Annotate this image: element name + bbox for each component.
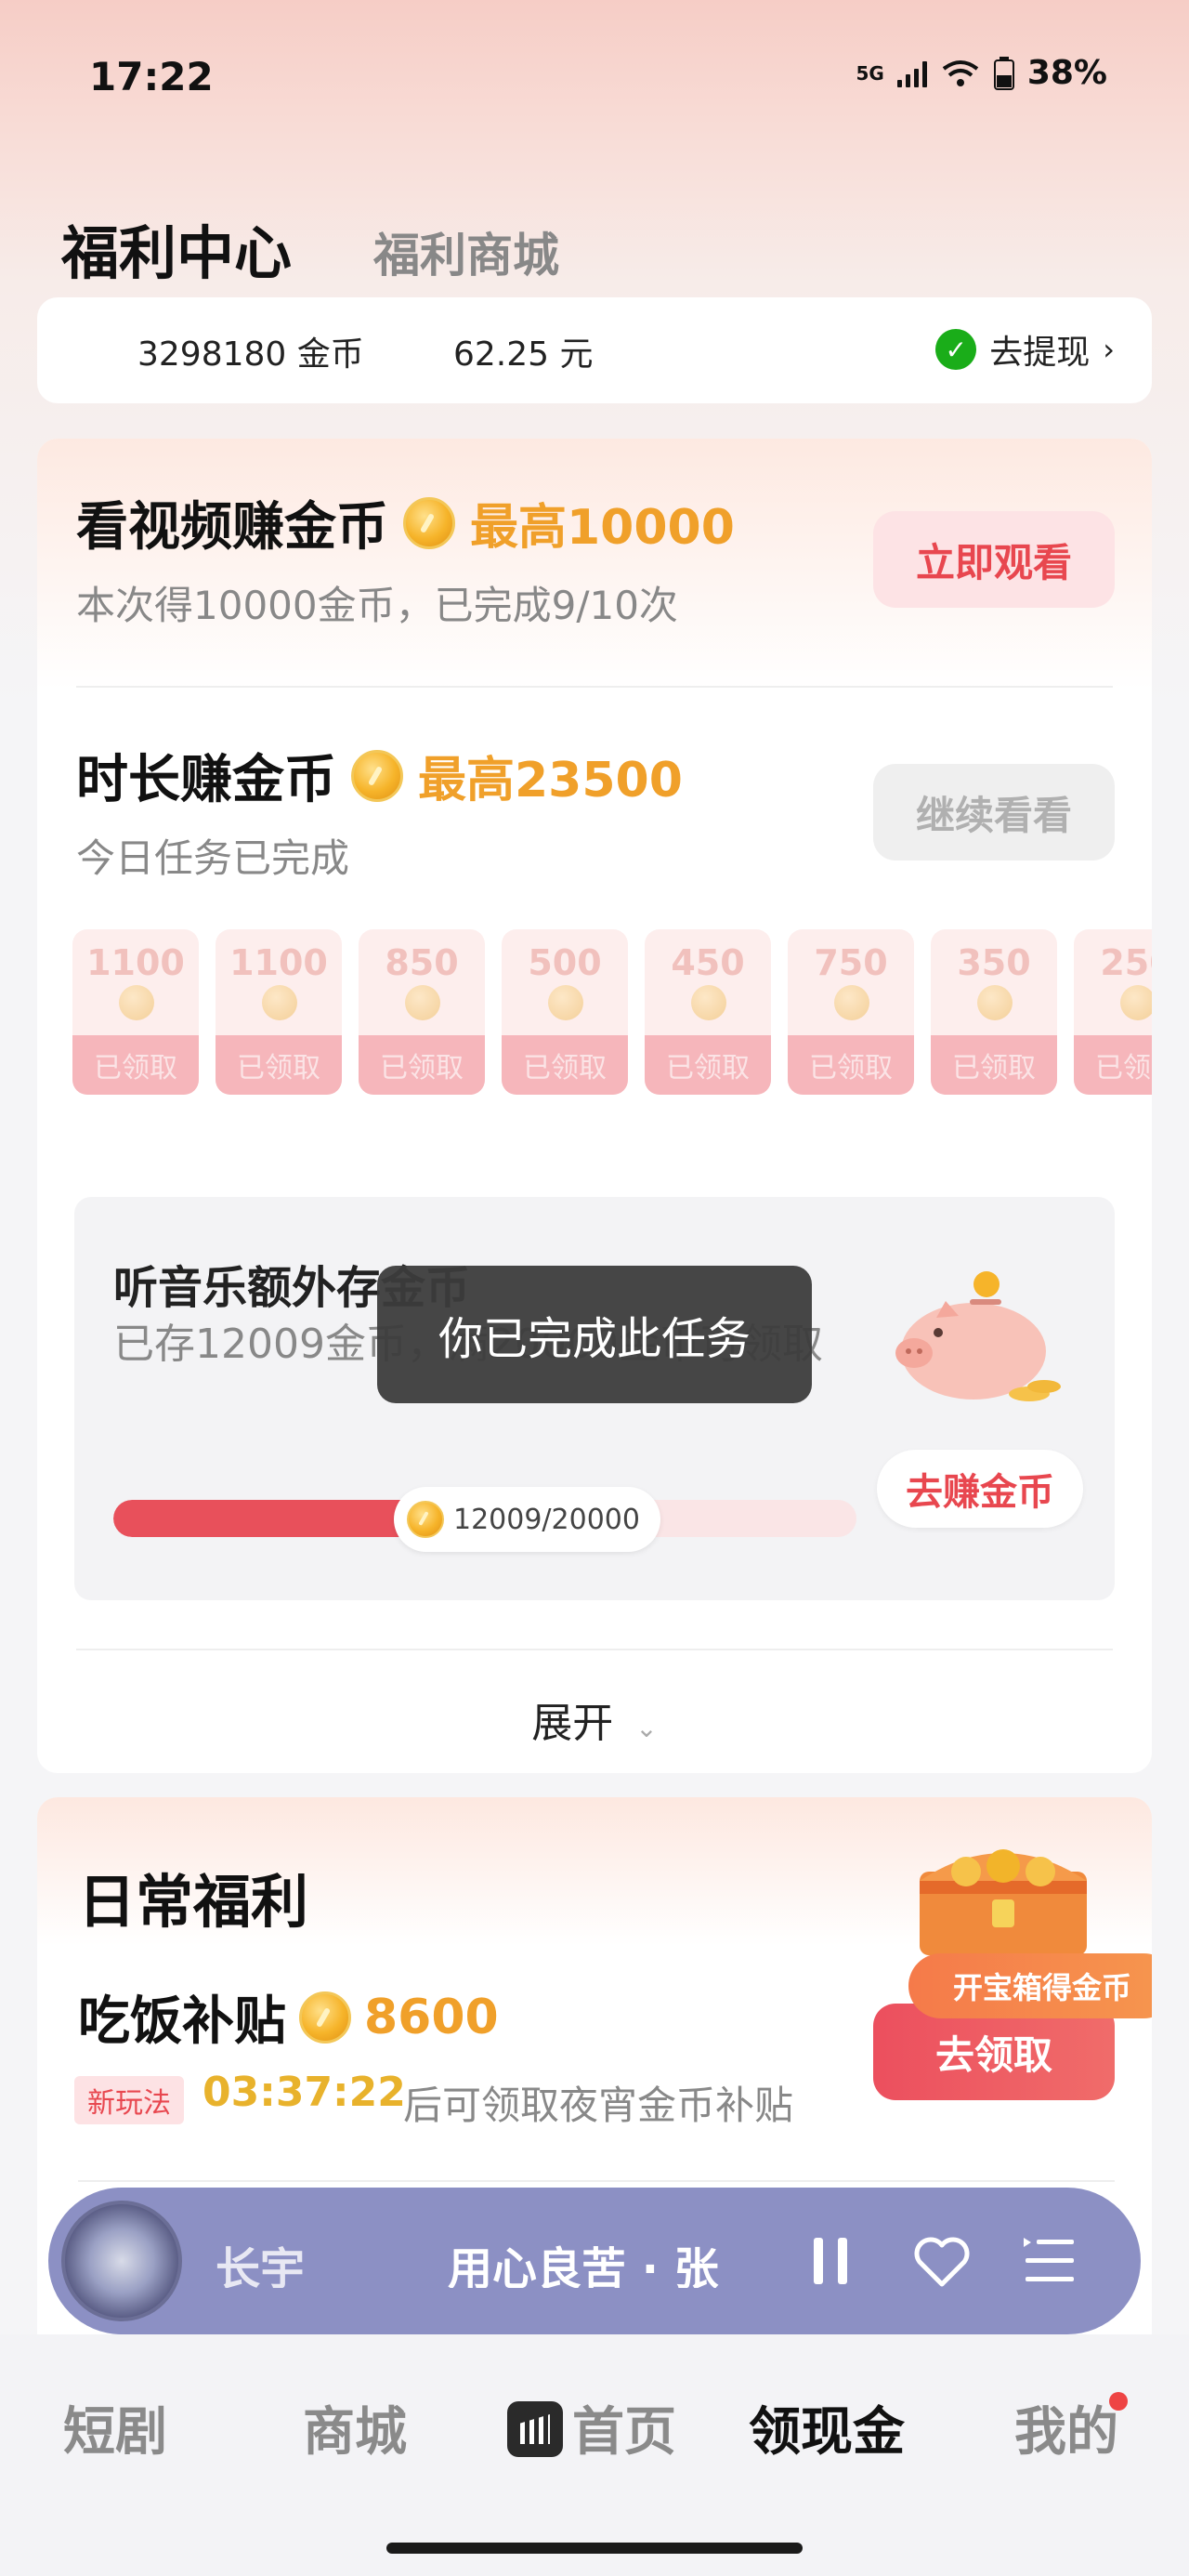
video-task-desc: 本次得10000金币，已完成9/10次 xyxy=(76,583,678,628)
treasure-chest-icon[interactable] xyxy=(910,1825,1096,1965)
expand-label: 展开 xyxy=(531,1700,614,1747)
expand-button[interactable]: 展开 ⌄ xyxy=(37,1689,1152,1749)
music-progress-text: 12009/20000 xyxy=(453,1503,640,1536)
duration-task-title: 时长赚金币 xyxy=(76,750,336,810)
video-task-max: 最高10000 xyxy=(470,500,735,556)
nav-short-drama[interactable]: 短剧 xyxy=(63,2390,167,2465)
reward-tile: 250已领取 xyxy=(1074,929,1152,1095)
chevron-right-icon: › xyxy=(1103,332,1115,367)
reward-tile: 450 已领取 xyxy=(645,929,771,1095)
battery-icon xyxy=(993,56,1014,90)
divider xyxy=(78,2180,1115,2182)
album-art[interactable] xyxy=(61,2201,182,2321)
battery-level: 38% xyxy=(1026,54,1107,92)
song-title: 用心良苦 · 张 xyxy=(448,2243,719,2288)
wechat-pay-icon: ✓ xyxy=(935,329,977,370)
video-task-header: 看视频赚金币 最高10000 xyxy=(76,485,735,560)
nav-mine[interactable]: 我的 xyxy=(1014,2390,1118,2465)
meal-task-amount: 8600 xyxy=(364,1989,499,2045)
status-time: 17:22 xyxy=(89,54,214,99)
continue-watching-button[interactable]: 继续看看 xyxy=(873,764,1115,861)
coin-icon xyxy=(403,496,455,549)
nav-get-cash[interactable]: 领现金 xyxy=(749,2390,905,2465)
notification-dot xyxy=(1109,2392,1128,2411)
balance-card: 3298180 金币 62.25 元 ✓ 去提现 › xyxy=(37,297,1152,403)
signal-icon xyxy=(896,59,927,87)
coin-icon xyxy=(351,749,403,802)
meal-task-header: 吃饭补贴 8600 xyxy=(78,1979,499,2055)
piggy-bank-icon xyxy=(895,1271,1061,1401)
toast-message: 你已完成此任务 xyxy=(377,1266,812,1403)
new-play-badge: 新玩法 xyxy=(74,2076,184,2124)
pause-icon[interactable] xyxy=(810,2234,851,2288)
video-task-title: 看视频赚金币 xyxy=(76,497,388,558)
reward-tile: 1100 已领取 xyxy=(72,929,199,1095)
watch-now-button[interactable]: 立即观看 xyxy=(873,511,1115,608)
meal-task-title: 吃饭补贴 xyxy=(78,1991,286,2052)
reward-tile: 750 已领取 xyxy=(788,929,914,1095)
wifi-icon xyxy=(942,59,979,86)
nav-mall[interactable]: 商城 xyxy=(303,2390,407,2465)
home-indicator xyxy=(386,2543,803,2554)
reward-tile: 500 已领取 xyxy=(502,929,628,1095)
reward-tile: 350 已领取 xyxy=(931,929,1057,1095)
status-icons: 5G 38% xyxy=(856,54,1107,92)
withdraw-button[interactable]: ✓ 去提现 › xyxy=(935,325,1115,374)
reward-tile: 1100 已领取 xyxy=(216,929,342,1095)
reward-tile: 850 已领取 xyxy=(359,929,485,1095)
duration-task-max: 最高23500 xyxy=(418,753,683,808)
open-chest-badge[interactable]: 开宝箱得金币 xyxy=(908,1953,1152,2018)
network-label: 5G xyxy=(856,61,884,85)
countdown-text: 后可领取夜宵金币补贴 xyxy=(403,2083,794,2128)
coin-icon xyxy=(407,1501,444,1538)
divider xyxy=(76,1649,1113,1650)
duration-task-desc: 今日任务已完成 xyxy=(76,835,350,881)
cash-balance: 62.25 元 xyxy=(453,335,594,374)
daily-title: 日常福利 xyxy=(78,1868,309,1936)
divider xyxy=(76,686,1113,688)
task-card: 看视频赚金币 最高10000 本次得10000金币，已完成9/10次 立即观看 … xyxy=(37,439,1152,1773)
bottom-nav: 短剧 商城 首页 领现金 我的 xyxy=(0,2334,1189,2576)
chevron-down-icon: ⌄ xyxy=(635,1713,658,1743)
nav-home-label: 首页 xyxy=(572,2402,676,2463)
withdraw-label: 去提现 xyxy=(989,334,1091,372)
home-logo-icon xyxy=(507,2401,563,2457)
earn-coins-button[interactable]: 去赚金币 xyxy=(877,1450,1083,1528)
nav-home[interactable]: 首页 xyxy=(507,2390,676,2465)
duration-task-header: 时长赚金币 最高23500 xyxy=(76,738,683,813)
heart-icon[interactable] xyxy=(912,2234,972,2288)
coin-balance: 3298180 金币 xyxy=(137,335,364,374)
artist-fragment: 长宇 xyxy=(216,2243,306,2288)
tab-welfare-center[interactable]: 福利中心 xyxy=(61,206,292,290)
now-playing: 长宇 用心良苦 · 张 xyxy=(216,2232,791,2288)
mini-player[interactable]: 长宇 用心良苦 · 张 xyxy=(48,2188,1141,2334)
coin-icon xyxy=(299,1991,351,2044)
tab-welfare-mall[interactable]: 福利商城 xyxy=(373,218,559,285)
playlist-icon[interactable] xyxy=(1022,2236,1078,2286)
reward-tiles: 1100 已领取 1100 已领取 850 已领取 500 已领取 450 已领取 750… xyxy=(72,929,1152,1098)
music-progress-pill: 12009/20000 xyxy=(394,1487,660,1552)
countdown-timer: 03:37:22 xyxy=(203,2069,406,2116)
